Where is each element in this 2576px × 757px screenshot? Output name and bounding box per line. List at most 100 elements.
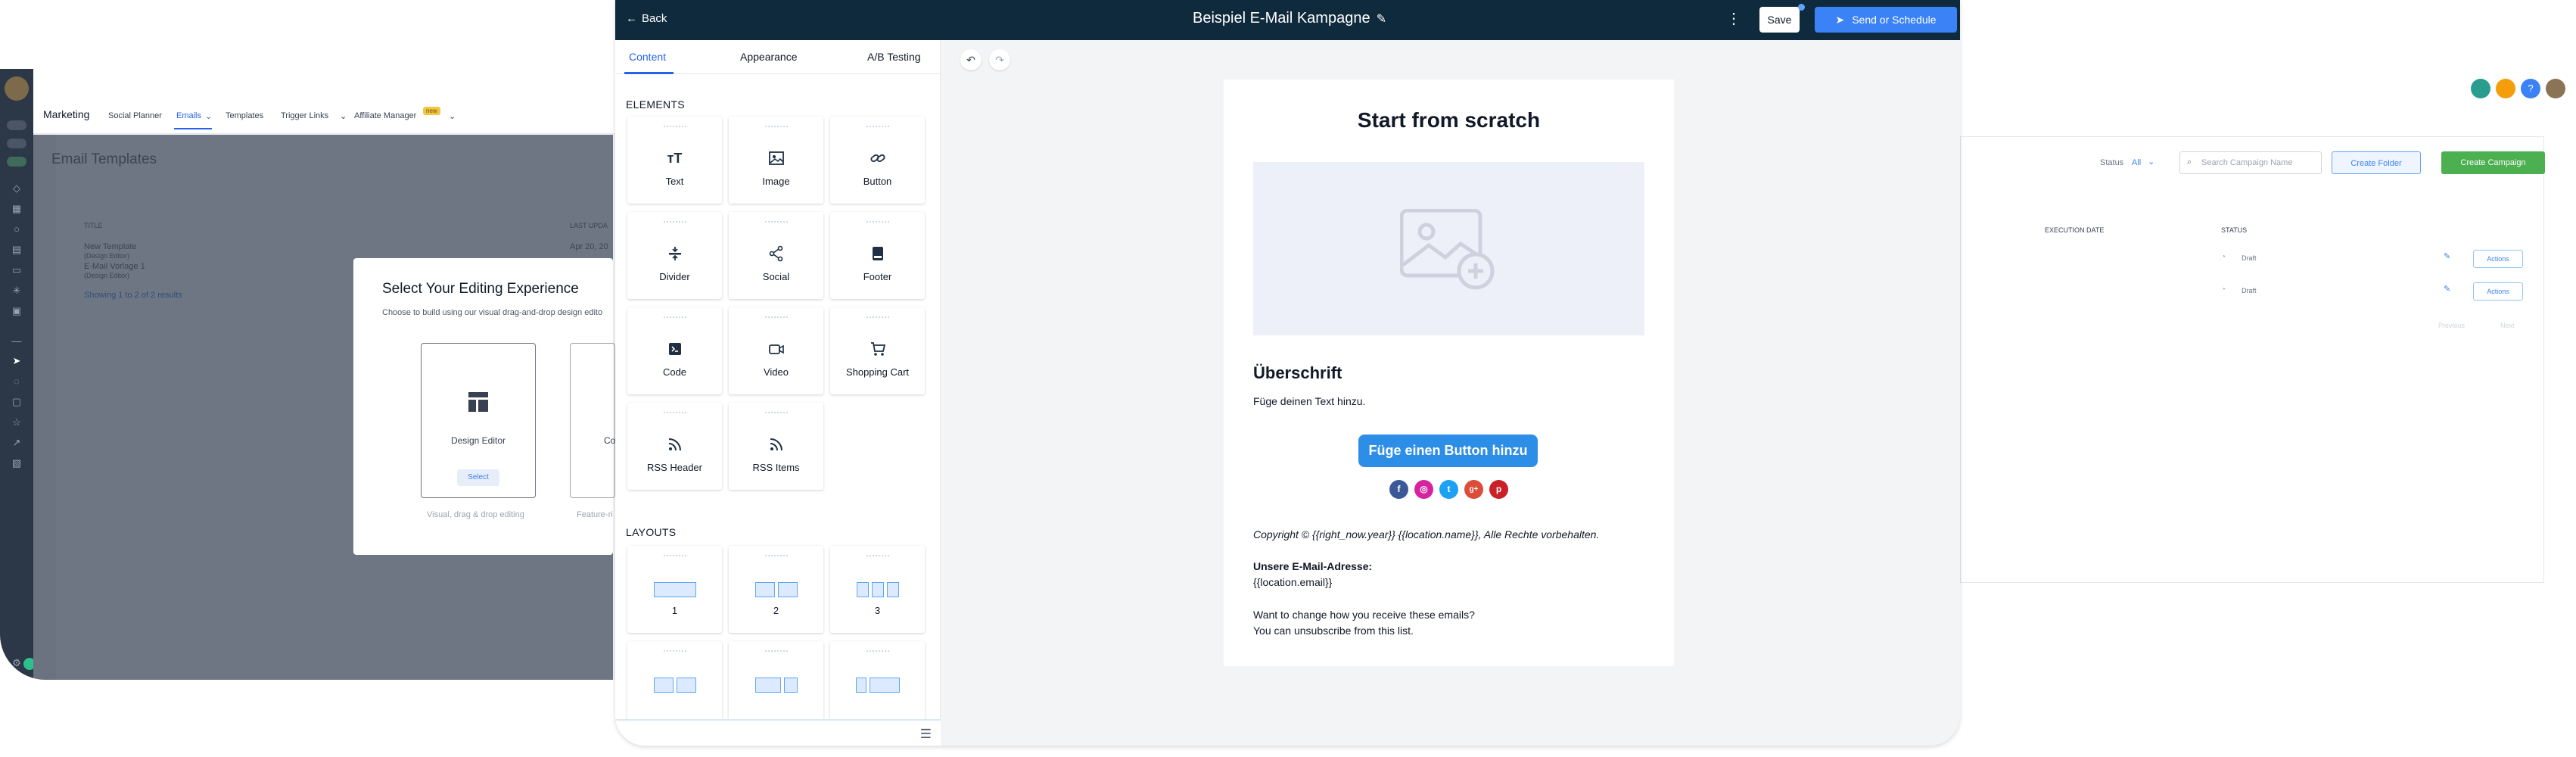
- address-value[interactable]: {{location.email}}: [1253, 576, 1332, 588]
- email-paragraph[interactable]: Füge deinen Text hinzu.: [1253, 395, 1365, 407]
- layout-3-columns[interactable]: 3: [830, 546, 925, 633]
- email-title[interactable]: Start from scratch: [1224, 108, 1674, 132]
- reporting-icon[interactable]: ↗: [9, 435, 24, 450]
- element-rss-header[interactable]: RSS Header: [627, 403, 722, 490]
- layout-2-columns-uneven-alt[interactable]: [830, 641, 925, 728]
- campaign-title[interactable]: Beispiel E-Mail Kampagne ✎: [1193, 10, 1386, 27]
- email-heading[interactable]: Überschrift: [1253, 363, 1342, 383]
- actions-dropdown[interactable]: Actions: [2473, 282, 2523, 301]
- tab-content[interactable]: Content: [629, 51, 666, 63]
- send-icon: ➤: [1835, 13, 1845, 26]
- create-folder-button[interactable]: Create Folder: [2332, 151, 2421, 174]
- notification-bell-icon[interactable]: [2496, 79, 2515, 98]
- redo-icon[interactable]: ↷: [989, 49, 1010, 70]
- image-icon: [729, 150, 823, 167]
- element-video[interactable]: Video: [729, 307, 823, 394]
- contacts-icon[interactable]: ▭: [9, 263, 24, 278]
- facebook-icon[interactable]: f: [1389, 480, 1408, 499]
- automation-icon[interactable]: ◌: [9, 374, 24, 389]
- image-placeholder[interactable]: [1253, 162, 1644, 335]
- element-divider[interactable]: Divider: [627, 212, 722, 299]
- nav-templates[interactable]: Templates: [226, 111, 263, 120]
- calendar-icon[interactable]: ▤: [9, 242, 24, 257]
- undo-icon[interactable]: ↶: [960, 49, 982, 70]
- dashboard-icon[interactable]: ▦: [9, 201, 24, 217]
- campaign-search-input[interactable]: Search Campaign Name: [2179, 151, 2322, 174]
- megaphone-icon[interactable]: [2471, 79, 2490, 98]
- unsubscribe-line-1[interactable]: Want to change how you receive these ema…: [1253, 609, 1475, 621]
- row-title[interactable]: E-Mail Vorlage 1: [84, 262, 145, 271]
- app-marketplace-icon[interactable]: ▧: [9, 456, 24, 471]
- drag-handle-icon: [866, 316, 889, 319]
- status-filter-value[interactable]: All: [2132, 158, 2141, 167]
- layout-preview: [729, 582, 823, 597]
- pagination-summary: Showing 1 to 2 of 2 results: [84, 291, 182, 300]
- link-icon: [830, 150, 925, 167]
- send-or-schedule-button[interactable]: ➤ Send or Schedule: [1815, 7, 1957, 33]
- page-title: Email Templates: [51, 151, 157, 167]
- rail-toggle[interactable]: [7, 120, 26, 130]
- element-button[interactable]: Button: [830, 117, 925, 204]
- nav-trigger-links[interactable]: Trigger Links: [281, 111, 328, 120]
- twitter-icon[interactable]: t: [1439, 480, 1458, 499]
- email-cta-button[interactable]: Füge einen Button hinzu: [1358, 435, 1538, 467]
- account-logo[interactable]: [5, 76, 29, 101]
- chevron-down-icon[interactable]: ⌄: [449, 111, 456, 121]
- element-shopping-cart[interactable]: Shopping Cart: [830, 307, 925, 394]
- unsubscribe-line-2[interactable]: You can unsubscribe from this list.: [1253, 625, 1414, 637]
- reputation-star-icon[interactable]: ☆: [9, 415, 24, 430]
- pagination-next[interactable]: Next: [2500, 322, 2515, 329]
- video-icon: [729, 341, 823, 357]
- payments-icon[interactable]: ▣: [9, 304, 24, 319]
- hamburger-menu-icon[interactable]: ☰: [920, 727, 932, 742]
- pencil-icon[interactable]: ✎: [1377, 11, 1386, 26]
- more-options-icon[interactable]: ⋮: [1726, 9, 1741, 28]
- row-title[interactable]: New Template: [84, 242, 137, 251]
- left-rail: ◇ ▦ ○ ▤ ▭ ✳ ▣ — ➤ ◌ ▢ ☆ ↗ ▧ ⚙: [0, 69, 36, 680]
- avatar[interactable]: [2546, 79, 2565, 98]
- element-rss-items[interactable]: RSS Items: [729, 403, 823, 490]
- launch-icon[interactable]: ◇: [9, 181, 24, 196]
- layout-2-columns[interactable]: 2: [729, 546, 823, 633]
- google-plus-icon[interactable]: g+: [1464, 480, 1483, 499]
- conversations-icon[interactable]: ○: [9, 222, 24, 237]
- opportunities-icon[interactable]: ✳: [9, 283, 24, 298]
- nav-affiliate-manager[interactable]: Affiliate Manager: [354, 111, 416, 120]
- element-social[interactable]: Social: [729, 212, 823, 299]
- element-footer[interactable]: Footer: [830, 212, 925, 299]
- marketing-send-icon[interactable]: ➤: [9, 354, 24, 369]
- rail-search[interactable]: [7, 139, 26, 148]
- element-code[interactable]: Code: [627, 307, 722, 394]
- element-image[interactable]: Image: [729, 117, 823, 204]
- layout-2-columns-wide[interactable]: [627, 641, 722, 728]
- actions-dropdown[interactable]: Actions: [2473, 250, 2523, 268]
- nav-emails[interactable]: Emails: [176, 111, 201, 120]
- layout-2-columns-uneven[interactable]: [729, 641, 823, 728]
- back-button[interactable]: ← Back: [626, 12, 667, 25]
- design-editor-card[interactable]: Design Editor Select: [421, 343, 536, 498]
- element-text[interactable]: ᴛT Text: [627, 117, 722, 204]
- edit-pencil-icon[interactable]: ✎: [2444, 284, 2450, 294]
- code-editor-card[interactable]: Co: [570, 343, 615, 498]
- drag-handle-icon: [663, 316, 686, 319]
- save-button[interactable]: Save: [1759, 7, 1800, 33]
- code-icon: [627, 341, 722, 357]
- instagram-icon[interactable]: ◎: [1414, 480, 1433, 499]
- help-icon[interactable]: ?: [2521, 79, 2540, 98]
- nav-social-planner[interactable]: Social Planner: [108, 111, 162, 120]
- tab-ab-testing[interactable]: A/B Testing: [867, 51, 921, 63]
- pagination-previous[interactable]: Previous: [2438, 322, 2465, 329]
- pinterest-icon[interactable]: p: [1489, 480, 1508, 499]
- layouts-heading: LAYOUTS: [626, 526, 677, 538]
- rail-status[interactable]: [7, 157, 26, 167]
- address-heading[interactable]: Unsere E-Mail-Adresse:: [1253, 560, 1372, 572]
- tab-appearance[interactable]: Appearance: [740, 51, 798, 63]
- layout-1-column[interactable]: 1: [627, 546, 722, 633]
- copyright-text[interactable]: Copyright © {{right_now.year}} {{locatio…: [1253, 528, 1599, 540]
- sites-icon[interactable]: ▢: [9, 394, 24, 410]
- rss-icon: [627, 436, 722, 453]
- create-campaign-button[interactable]: Create Campaign: [2441, 151, 2545, 174]
- edit-pencil-icon[interactable]: ✎: [2444, 251, 2450, 261]
- settings-icon[interactable]: ⚙: [9, 656, 24, 671]
- select-button[interactable]: Select: [457, 469, 499, 486]
